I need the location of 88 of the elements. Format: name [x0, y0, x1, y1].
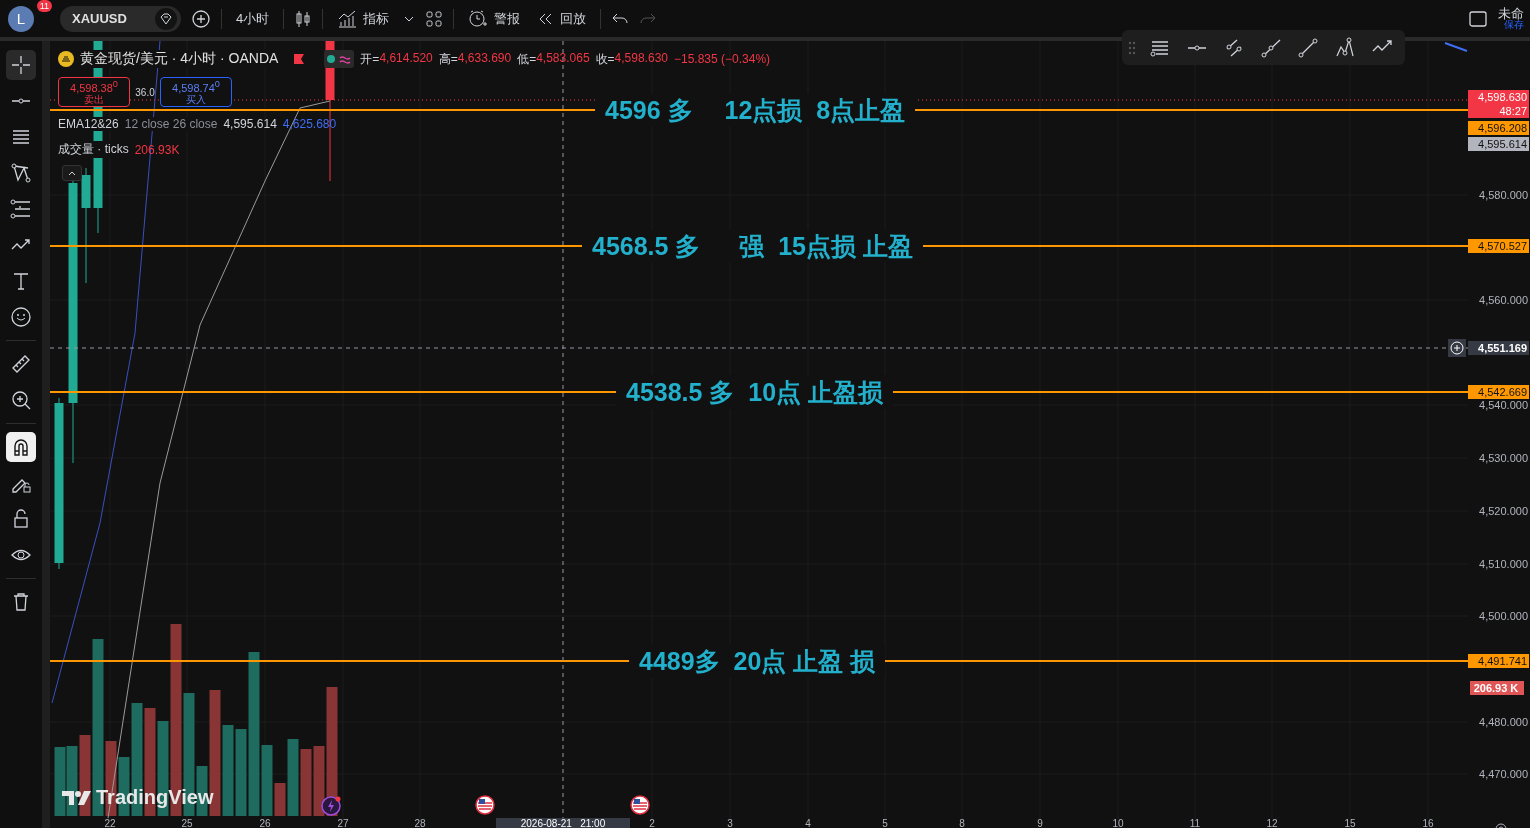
- layout-grid-icon[interactable]: [425, 9, 444, 28]
- time-tick: 8: [959, 818, 965, 828]
- time-tick: 27: [337, 818, 349, 828]
- notification-badge: 11: [36, 0, 52, 12]
- price-tick: 4,530.000: [1479, 452, 1528, 464]
- buy-button[interactable]: 4,598.74$^{0}$ 买入: [160, 77, 232, 107]
- volume-bar: [54, 747, 66, 816]
- price-tick: 4,510.000: [1479, 558, 1528, 570]
- ohlc-label: 低=: [517, 50, 537, 68]
- price-label: 4,491.741: [1468, 654, 1529, 668]
- ohlc-label: 收=: [595, 50, 615, 68]
- price-tick: 4,480.000: [1479, 716, 1528, 728]
- spread-value: 36.0: [134, 86, 156, 98]
- chart-annotation: 4538.5 多 10点 止盈损: [616, 375, 894, 409]
- ohlc-label: 高=: [438, 50, 458, 68]
- price-tick: 4,500.000: [1479, 610, 1528, 622]
- ema-value: 4,595.614: [223, 117, 277, 131]
- chart-annotation: 4596 多 12点损 8点止盈: [595, 93, 916, 127]
- price-label: 4,596.208: [1468, 121, 1529, 135]
- time-tick: 25: [181, 818, 193, 828]
- time-tick: 9: [1037, 818, 1043, 828]
- ohlc-value: 4,633.690: [457, 50, 512, 67]
- price-tick: 4,540.000: [1479, 399, 1528, 411]
- square-icon[interactable]: [1468, 8, 1488, 29]
- chart-annotation: 4489多 20点 止盈 损: [629, 644, 886, 678]
- time-tick: 15: [1344, 818, 1356, 828]
- add-icon[interactable]: [1448, 339, 1466, 357]
- alert-button[interactable]: 警报: [464, 8, 525, 29]
- ohlc-value: 4,614.520: [379, 50, 433, 67]
- lightning-icon[interactable]: [320, 795, 342, 817]
- time-tick: 16: [1422, 818, 1434, 828]
- ema-value: 4,625.680: [282, 117, 337, 131]
- time-tick: 3: [727, 818, 733, 828]
- price-label: 4,598.630 48:27: [1468, 90, 1529, 118]
- dot-icon: [327, 55, 336, 63]
- price-tick: 4,560.000: [1479, 294, 1528, 306]
- wave-icon: [339, 54, 352, 64]
- volume-value: 206.93K: [134, 142, 180, 157]
- interval-button[interactable]: 4小时: [231, 9, 274, 28]
- time-tick: 11: [1189, 818, 1201, 828]
- coin-icon: [58, 51, 74, 67]
- time-tick: 28: [414, 818, 426, 828]
- add-icon[interactable]: [190, 8, 211, 29]
- time-tick: 2: [649, 818, 655, 828]
- price-label: 4,551.169: [1468, 341, 1529, 355]
- price-label: 4,542.669: [1468, 385, 1529, 399]
- ohlc-value: 4,598.630: [614, 50, 668, 67]
- magnet-icon[interactable]: [6, 432, 36, 462]
- candles-icon[interactable]: [294, 8, 313, 29]
- indicators-button[interactable]: 指标: [333, 9, 394, 28]
- us-flag-icon[interactable]: [630, 795, 650, 815]
- indicator-name[interactable]: 成交量 · ticks: [58, 141, 129, 158]
- drag-handle-icon[interactable]: [1128, 39, 1136, 56]
- price-label: 4,570.527: [1468, 239, 1529, 253]
- time-tick: 4: [805, 818, 811, 828]
- ohlc-value: 4,583.065: [536, 50, 590, 67]
- time-tick: 10: [1112, 818, 1124, 828]
- time-tick: 22: [104, 818, 116, 828]
- crosshair-time: 2026-08-21 21:00: [496, 818, 630, 828]
- symbol-title: 黄金现货/美元 · 4小时 · OANDA: [80, 50, 279, 68]
- ema-line: [1444, 42, 1468, 52]
- symbol-search[interactable]: XAUUSD: [60, 5, 181, 32]
- price-label: 206.93 K: [1470, 681, 1524, 695]
- price-change: −15.835 (−0.34%): [674, 52, 771, 66]
- sell-button[interactable]: 4,598.38$^{0}$ 卖出: [58, 77, 130, 107]
- ohlc-label: 开=: [360, 50, 380, 68]
- user-avatar[interactable]: L: [8, 5, 34, 32]
- time-tick: 12: [1266, 818, 1278, 828]
- chart-annotation: 4568.5 多 强 15点损 止盈: [582, 229, 923, 263]
- indicator-params: 12 close 26 close: [124, 117, 218, 131]
- alarm-clock-icon: [468, 8, 489, 29]
- chevron-up-icon: [67, 169, 77, 177]
- us-flag-icon[interactable]: [475, 795, 495, 815]
- crosshair-icon[interactable]: [6, 50, 36, 80]
- layout-name[interactable]: 未命: [1498, 7, 1524, 20]
- price-tick: 4,470.000: [1479, 768, 1528, 780]
- price-label: 4,595.614: [1468, 137, 1529, 151]
- chart-bars-icon: [337, 9, 358, 28]
- volume-bar: [300, 749, 312, 816]
- save-status: 保存: [1504, 20, 1524, 30]
- price-tick: 4,520.000: [1479, 505, 1528, 517]
- time-tick: 5: [882, 818, 888, 828]
- flag-icon: [292, 52, 307, 66]
- time-tick: 26: [259, 818, 271, 828]
- indicator-name[interactable]: EMA12&26: [58, 117, 119, 131]
- replay-button[interactable]: 回放: [534, 9, 591, 28]
- trend-line-icon[interactable]: [1295, 36, 1321, 59]
- price-tick: 4,580.000: [1479, 189, 1528, 201]
